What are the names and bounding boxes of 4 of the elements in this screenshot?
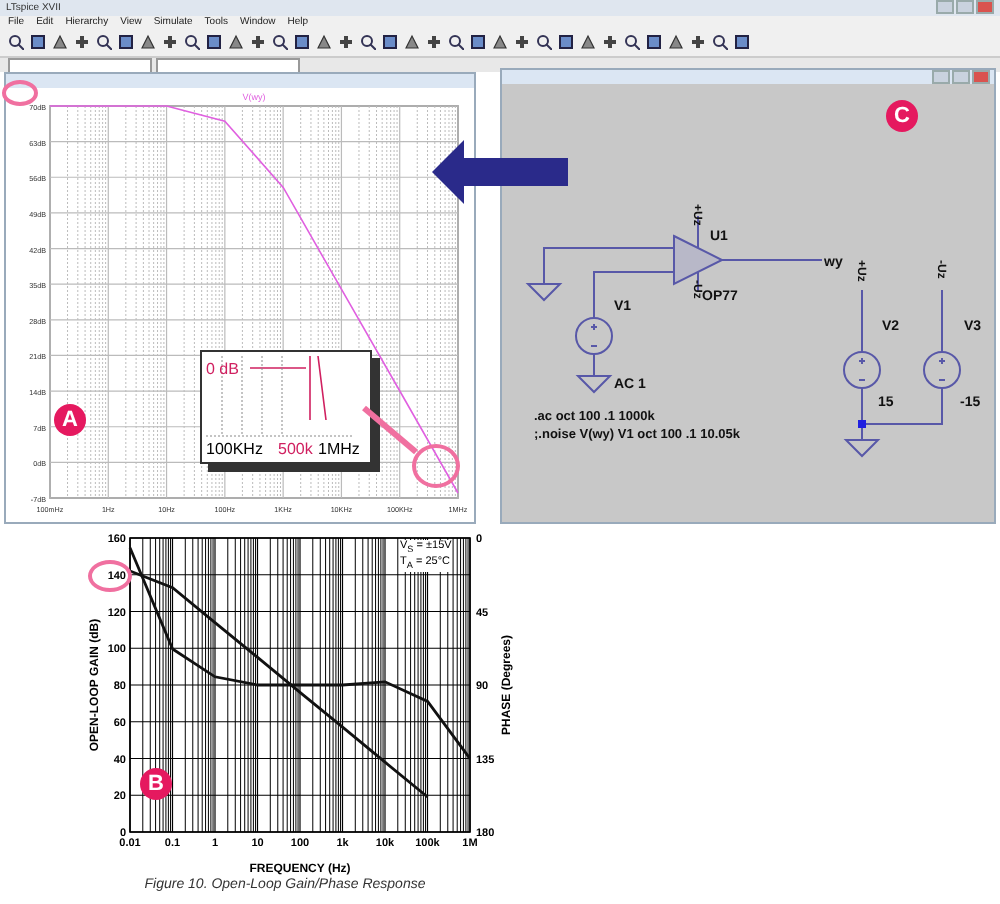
- inset-marker-label: 500k: [278, 440, 313, 458]
- inset-level-label: 0 dB: [206, 360, 239, 378]
- inset-axis-label: 100KHz: [206, 440, 263, 458]
- inset-axis-label: 1MHz: [318, 440, 360, 458]
